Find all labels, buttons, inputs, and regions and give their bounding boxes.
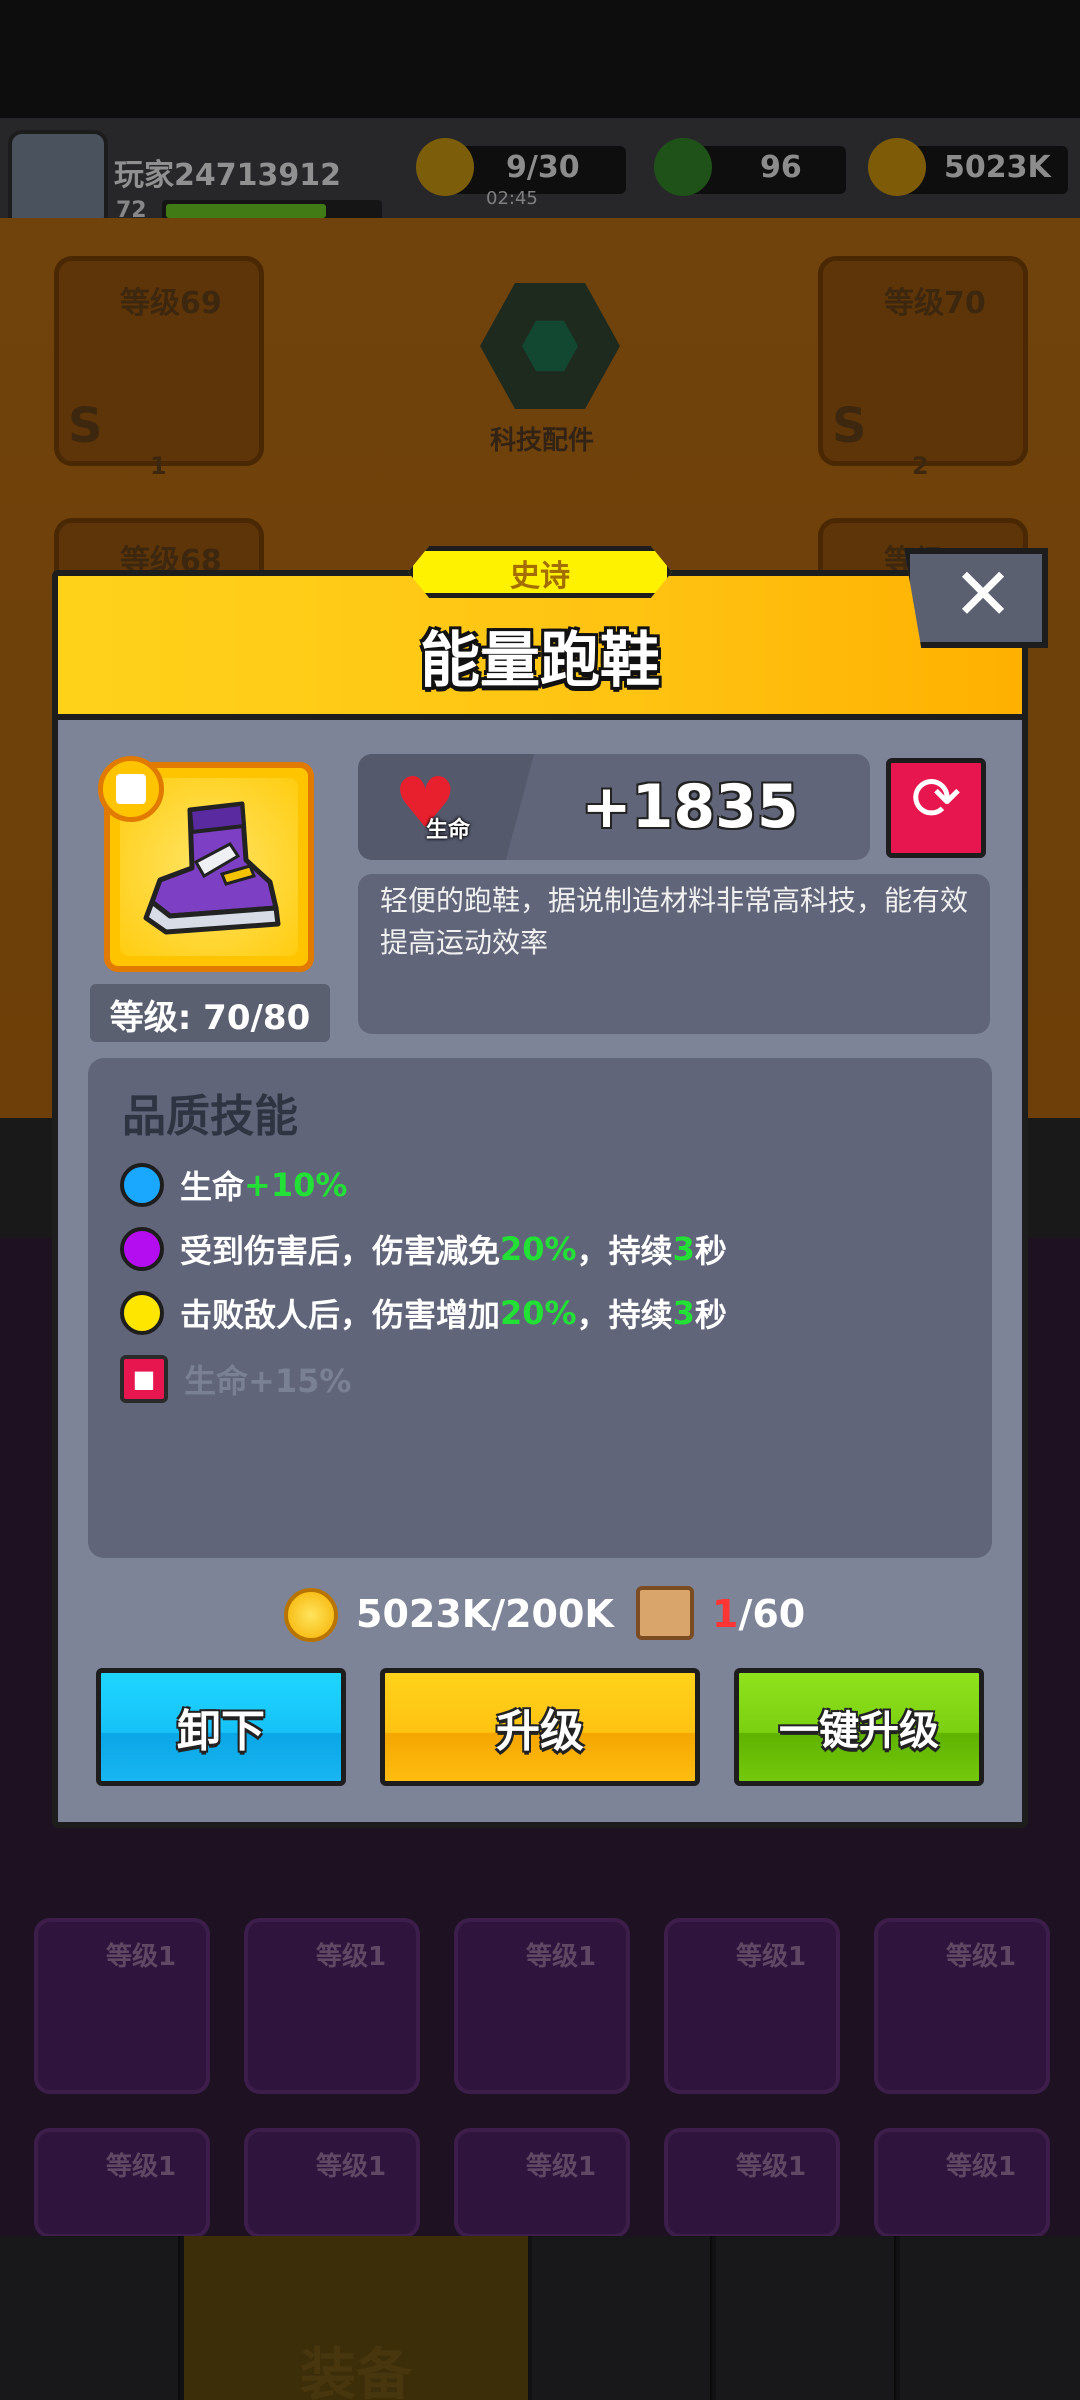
quality-skills-title: 品质技能: [122, 1091, 298, 1142]
stat-label: 生命: [426, 818, 471, 843]
skill-row: 生命 +10%: [120, 1158, 347, 1212]
skill-value: +10%: [244, 1166, 348, 1204]
scroll-need: /60: [738, 1592, 806, 1636]
upgrade-button[interactable]: 升级: [380, 1668, 700, 1786]
skill-value: 20%: [500, 1294, 577, 1332]
skill-text: 受到伤害后，伤害减免: [180, 1232, 501, 1270]
skill-text: ，持续: [576, 1232, 673, 1270]
skill-text: 击败敌人后，伤害增加: [180, 1296, 501, 1334]
boots-badge-icon: [116, 774, 146, 804]
lock-icon: ■: [120, 1355, 168, 1403]
upgrade-all-button[interactable]: 一键升级: [734, 1668, 984, 1786]
item-description: 轻便的跑鞋，据说制造材料非常高科技，能有效提高运动效率: [380, 884, 969, 959]
skill-text: 秒: [694, 1232, 727, 1270]
close-icon[interactable]: ✕: [938, 552, 1028, 636]
sneaker-icon: [143, 801, 281, 935]
skill-text: ，持续: [576, 1296, 673, 1334]
coin-icon: [284, 1588, 338, 1642]
purple-orb-icon: [120, 1227, 164, 1271]
skill-duration: 3: [672, 1294, 695, 1332]
skill-row-locked: ■ 生命+15%: [120, 1352, 351, 1406]
skill-duration: 3: [672, 1230, 695, 1268]
unequip-button[interactable]: 卸下: [96, 1668, 346, 1786]
locked-skill-text: 生命+15%: [184, 1362, 352, 1400]
skill-value: 20%: [500, 1230, 577, 1268]
scroll-icon: [636, 1586, 694, 1640]
refresh-icon[interactable]: ⟳: [886, 764, 986, 834]
scroll-have: 1: [712, 1592, 739, 1636]
skill-row: 受到伤害后，伤害减免 20% ，持续 3 秒: [120, 1222, 727, 1276]
skill-text: 生命: [180, 1168, 245, 1206]
scroll-cost: 1/60: [712, 1592, 805, 1636]
item-title: 能量跑鞋: [420, 626, 660, 696]
gold-cost: 5023K/200K: [356, 1592, 614, 1636]
skill-row: 击败敌人后，伤害增加 20% ，持续 3 秒: [120, 1286, 727, 1340]
item-level: 等级: 70/80: [109, 998, 311, 1038]
skill-text: 秒: [694, 1296, 727, 1334]
yellow-orb-icon: [120, 1291, 164, 1335]
blue-orb-icon: [120, 1163, 164, 1207]
stat-value: +1835: [581, 772, 799, 842]
rarity-label: 史诗: [510, 559, 570, 594]
